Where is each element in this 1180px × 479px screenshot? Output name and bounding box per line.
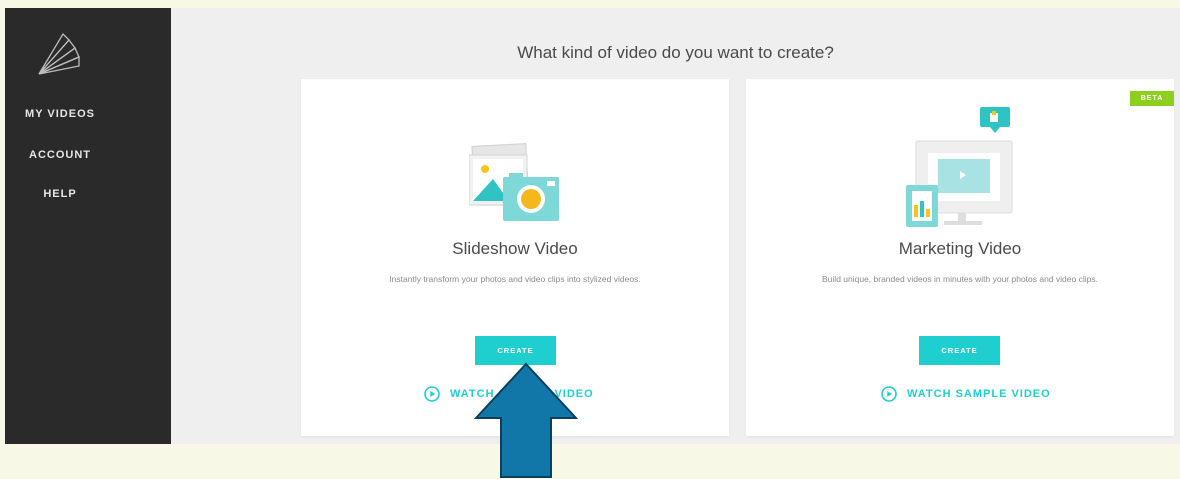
- page-heading: What kind of video do you want to create…: [517, 43, 834, 62]
- card-title: Slideshow Video: [452, 239, 578, 258]
- watch-sample-video-label: WATCH SAMPLE VIDEO: [907, 388, 1051, 400]
- sidebar: MY VIDEOS ACCOUNT HELP: [5, 8, 171, 444]
- marketing-video-card: BETA Marketing Video Build unique, brand…: [746, 79, 1174, 436]
- fan-logo-icon[interactable]: [33, 30, 81, 76]
- create-slideshow-button[interactable]: CREATE: [475, 336, 556, 365]
- photo-camera-icon: [469, 143, 559, 221]
- sidebar-item-help[interactable]: HELP: [5, 188, 115, 200]
- app-window: MY VIDEOS ACCOUNT HELP What kind of vide…: [5, 8, 1180, 444]
- monitor-marketing-icon: [906, 107, 1013, 227]
- card-description: Instantly transform your photos and vide…: [389, 274, 641, 284]
- card-description: Build unique, branded videos in minutes …: [822, 274, 1098, 284]
- sidebar-item-account[interactable]: ACCOUNT: [5, 149, 115, 161]
- play-circle-icon: [424, 386, 440, 402]
- card-title: Marketing Video: [898, 239, 1022, 258]
- play-circle-icon: [881, 386, 897, 402]
- beta-badge: BETA: [1130, 91, 1174, 106]
- up-arrow-annotation: [474, 362, 578, 478]
- watch-sample-video-link[interactable]: WATCH SAMPLE VIDEO: [881, 386, 1051, 402]
- main-content: What kind of video do you want to create…: [171, 8, 1180, 444]
- create-marketing-button[interactable]: CREATE: [919, 336, 1000, 365]
- sidebar-item-my-videos[interactable]: MY VIDEOS: [5, 108, 115, 120]
